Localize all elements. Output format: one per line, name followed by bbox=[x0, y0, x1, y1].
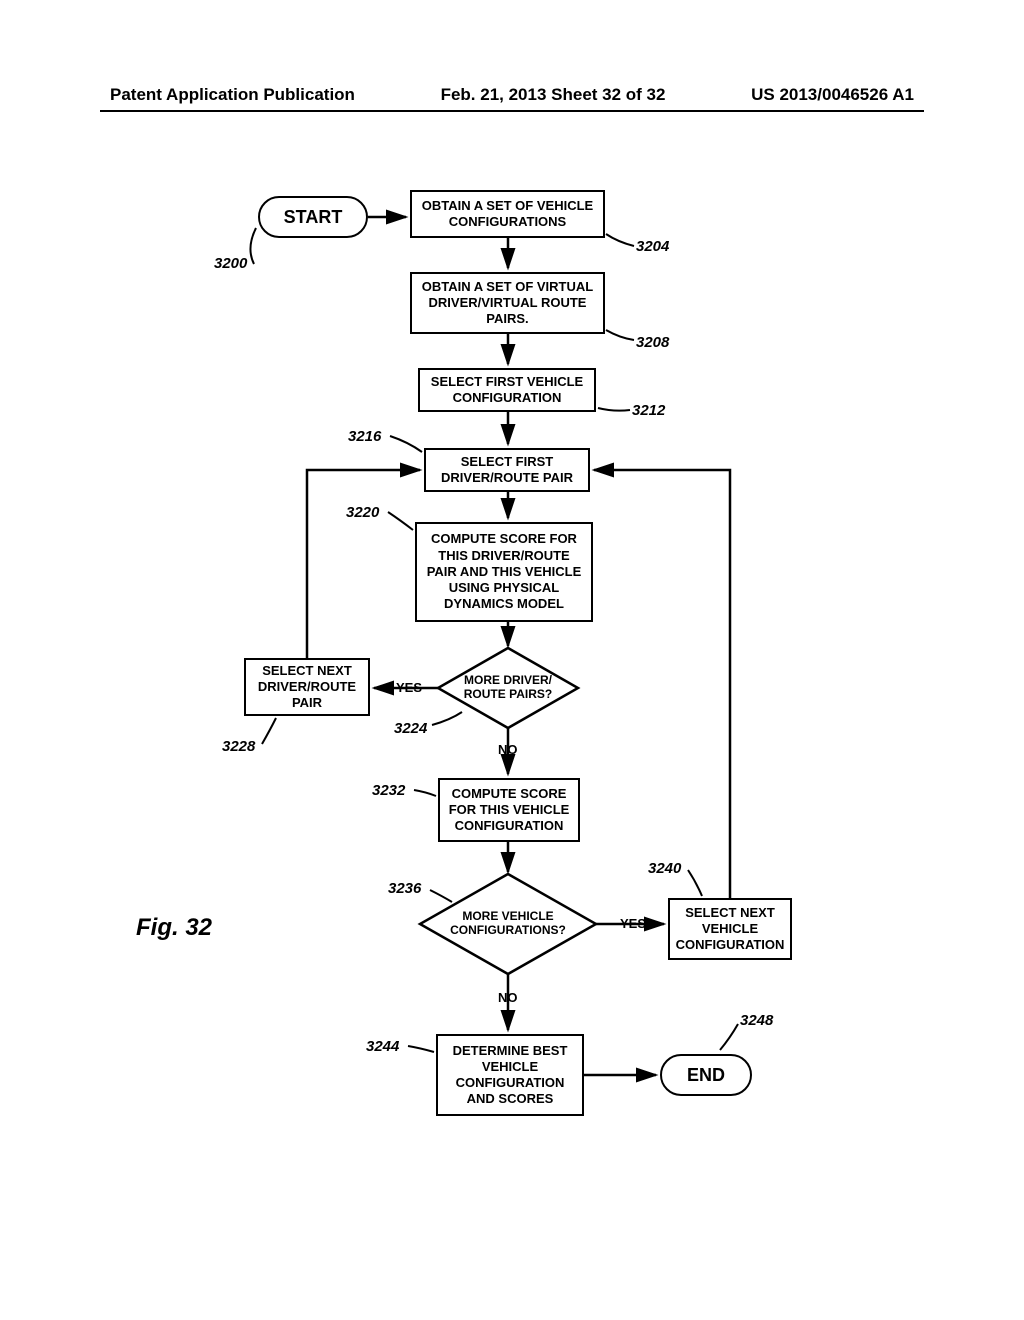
box-select-next-vehicle: SELECT NEXT VEHICLE CONFIGURATION bbox=[668, 898, 792, 960]
ref-3232: 3232 bbox=[372, 782, 405, 799]
ref-3228: 3228 bbox=[222, 738, 255, 755]
box-compute-score-vehicle: COMPUTE SCORE FOR THIS VEHICLE CONFIGURA… bbox=[438, 778, 580, 842]
svg-text:MORE VEHICLE: MORE VEHICLE bbox=[462, 909, 553, 923]
label-3228: SELECT NEXT DRIVER/ROUTE PAIR bbox=[252, 663, 362, 712]
box-obtain-driver-route-pairs: OBTAIN A SET OF VIRTUAL DRIVER/VIRTUAL R… bbox=[410, 272, 605, 334]
label-3220: COMPUTE SCORE FOR THIS DRIVER/ROUTE PAIR… bbox=[423, 531, 585, 612]
start-label: START bbox=[284, 206, 343, 229]
box-compute-score-pair: COMPUTE SCORE FOR THIS DRIVER/ROUTE PAIR… bbox=[415, 522, 593, 622]
label-3208: OBTAIN A SET OF VIRTUAL DRIVER/VIRTUAL R… bbox=[418, 279, 597, 328]
end-terminator: END bbox=[660, 1054, 752, 1096]
header-left: Patent Application Publication bbox=[110, 85, 355, 105]
label-3240: SELECT NEXT VEHICLE CONFIGURATION bbox=[676, 905, 785, 954]
figure-caption: Fig. 32 bbox=[136, 914, 212, 942]
label-3204: OBTAIN A SET OF VEHICLE CONFIGURATIONS bbox=[418, 198, 597, 231]
edge-no-2: NO bbox=[498, 990, 518, 1005]
start-terminator: START bbox=[258, 196, 368, 238]
box-select-first-driver-route: SELECT FIRST DRIVER/ROUTE PAIR bbox=[424, 448, 590, 492]
page-header: Patent Application Publication Feb. 21, … bbox=[0, 85, 1024, 105]
ref-3220: 3220 bbox=[346, 504, 379, 521]
flowchart: START OBTAIN A SET OF VEHICLE CONFIGURAT… bbox=[0, 190, 1024, 1190]
header-center: Feb. 21, 2013 Sheet 32 of 32 bbox=[441, 85, 666, 105]
ref-3208: 3208 bbox=[636, 334, 669, 351]
ref-3216: 3216 bbox=[348, 428, 381, 445]
label-3216: SELECT FIRST DRIVER/ROUTE PAIR bbox=[432, 454, 582, 487]
box-obtain-vehicle-configs: OBTAIN A SET OF VEHICLE CONFIGURATIONS bbox=[410, 190, 605, 238]
ref-3204: 3204 bbox=[636, 238, 669, 255]
ref-3224: 3224 bbox=[394, 720, 427, 737]
ref-3240: 3240 bbox=[648, 860, 681, 877]
box-select-next-driver-route: SELECT NEXT DRIVER/ROUTE PAIR bbox=[244, 658, 370, 716]
label-3212: SELECT FIRST VEHICLE CONFIGURATION bbox=[426, 374, 588, 407]
edge-yes-2: YES bbox=[620, 916, 646, 931]
header-rule bbox=[100, 110, 924, 112]
ref-3200: 3200 bbox=[214, 255, 247, 272]
end-label: END bbox=[687, 1064, 725, 1087]
ref-3244: 3244 bbox=[366, 1038, 399, 1055]
ref-3236: 3236 bbox=[388, 880, 421, 897]
ref-3248: 3248 bbox=[740, 1012, 773, 1029]
box-determine-best: DETERMINE BEST VEHICLE CONFIGURATION AND… bbox=[436, 1034, 584, 1116]
box-select-first-vehicle: SELECT FIRST VEHICLE CONFIGURATION bbox=[418, 368, 596, 412]
edge-yes-1: YES bbox=[396, 680, 422, 695]
ref-3212: 3212 bbox=[632, 402, 665, 419]
label-3244: DETERMINE BEST VEHICLE CONFIGURATION AND… bbox=[444, 1043, 576, 1108]
svg-text:MORE DRIVER/: MORE DRIVER/ bbox=[464, 673, 553, 687]
svg-text:ROUTE PAIRS?: ROUTE PAIRS? bbox=[464, 687, 552, 701]
svg-text:CONFIGURATIONS?: CONFIGURATIONS? bbox=[450, 923, 566, 937]
edge-no-1: NO bbox=[498, 742, 518, 757]
header-right: US 2013/0046526 A1 bbox=[751, 85, 914, 105]
label-3232: COMPUTE SCORE FOR THIS VEHICLE CONFIGURA… bbox=[446, 786, 572, 835]
